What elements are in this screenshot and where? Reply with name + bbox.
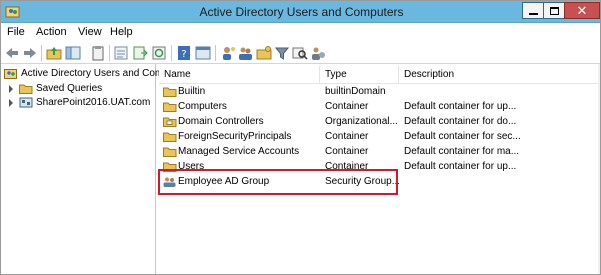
clipboard-icon[interactable] xyxy=(90,45,106,61)
row-type: Container xyxy=(325,146,369,157)
console-tree: Active Directory Users and Com Saved Que… xyxy=(1,64,163,274)
column-header-type[interactable]: Type xyxy=(320,66,399,83)
row-name: Managed Service Accounts xyxy=(178,146,300,157)
table-row[interactable]: Managed Service Accounts Container Defau… xyxy=(159,144,600,159)
close-icon: ✕ xyxy=(576,3,588,18)
pane-edge xyxy=(598,64,600,274)
toolbar-separator xyxy=(109,45,110,61)
title-bar[interactable]: Active Directory Users and Computers ✕ xyxy=(1,1,600,23)
tree-item-label: Saved Queries xyxy=(36,83,103,94)
tree-item-label: SharePoint2016.UAT.com xyxy=(36,97,151,108)
new-group-icon[interactable] xyxy=(238,45,254,61)
menu-bar: File Action View Help xyxy=(1,23,600,42)
table-row[interactable]: Computers Container Default container fo… xyxy=(159,99,600,114)
row-type: Container xyxy=(325,131,369,142)
filter-icon[interactable] xyxy=(274,45,290,61)
folder-icon xyxy=(163,102,177,112)
column-header-description[interactable]: Description xyxy=(399,66,600,83)
row-description: Default container for do... xyxy=(404,116,517,127)
app-window: Active Directory Users and Computers ✕ F… xyxy=(0,0,601,275)
maximize-button[interactable] xyxy=(543,2,565,19)
tree-root-label: Active Directory Users and Com xyxy=(21,68,164,79)
expand-arrow-icon[interactable] xyxy=(9,99,13,107)
maximize-icon xyxy=(550,7,559,15)
find-icon[interactable] xyxy=(292,45,308,61)
column-header-name[interactable]: Name xyxy=(159,66,320,83)
row-type: Container xyxy=(325,101,369,112)
new-user-icon[interactable] xyxy=(220,45,236,61)
row-name: ForeignSecurityPrincipals xyxy=(178,131,292,142)
toolbar-separator xyxy=(171,45,172,61)
tree-item-domain[interactable]: SharePoint2016.UAT.com xyxy=(9,96,154,110)
back-arrow-icon[interactable] xyxy=(4,45,20,61)
properties-icon[interactable] xyxy=(113,45,129,61)
toolbar: ? xyxy=(1,42,600,64)
row-description: Default container for ma... xyxy=(404,146,520,157)
row-description: Default container for up... xyxy=(404,101,517,112)
menu-help[interactable]: Help xyxy=(110,26,133,38)
new-ou-icon[interactable] xyxy=(256,45,272,61)
ad-console-icon xyxy=(4,69,17,79)
window-title: Active Directory Users and Computers xyxy=(199,5,404,19)
menu-action[interactable]: Action xyxy=(36,26,67,38)
row-description: Default container for sec... xyxy=(404,131,521,142)
row-description: Default container for up... xyxy=(404,161,517,172)
toolbar-separator xyxy=(41,45,42,61)
close-button[interactable]: ✕ xyxy=(564,2,600,19)
table-row[interactable]: Domain Controllers Organizational... Def… xyxy=(159,114,600,129)
highlight-annotation xyxy=(158,169,398,195)
row-type: builtinDomain xyxy=(325,86,386,97)
column-header-label: Description xyxy=(404,69,455,80)
menu-view[interactable]: View xyxy=(78,26,102,38)
folder-icon xyxy=(163,132,177,142)
folder-icon xyxy=(163,147,177,157)
table-row[interactable]: ForeignSecurityPrincipals Container Defa… xyxy=(159,129,600,144)
folder-icon xyxy=(163,87,177,97)
table-row[interactable]: Builtin builtinDomain xyxy=(159,84,600,99)
row-name: Builtin xyxy=(178,86,206,97)
up-folder-icon[interactable] xyxy=(46,45,62,61)
menu-file[interactable]: File xyxy=(7,26,25,38)
svg-text:?: ? xyxy=(181,49,186,60)
row-name: Domain Controllers xyxy=(178,116,264,127)
show-tree-icon[interactable] xyxy=(65,45,81,61)
minimize-icon xyxy=(529,13,538,15)
ou-folder-icon xyxy=(163,117,177,127)
help-icon[interactable]: ? xyxy=(176,45,192,61)
console-icon[interactable] xyxy=(195,45,211,61)
toolbar-separator xyxy=(215,45,216,61)
column-header-label: Name xyxy=(164,69,191,80)
column-header-label: Type xyxy=(325,69,347,80)
forward-arrow-icon[interactable] xyxy=(22,45,38,61)
refresh-icon[interactable] xyxy=(151,45,167,61)
export-list-icon[interactable] xyxy=(132,45,148,61)
folder-icon xyxy=(19,84,33,94)
row-name: Computers xyxy=(178,101,227,112)
tree-root[interactable]: Active Directory Users and Com xyxy=(4,67,163,81)
add-to-group-icon[interactable] xyxy=(310,45,326,61)
row-type: Organizational... xyxy=(325,116,398,127)
tree-item-saved-queries[interactable]: Saved Queries xyxy=(9,82,154,96)
minimize-button[interactable] xyxy=(522,2,544,19)
expand-arrow-icon[interactable] xyxy=(9,85,13,93)
domain-icon xyxy=(19,97,33,108)
